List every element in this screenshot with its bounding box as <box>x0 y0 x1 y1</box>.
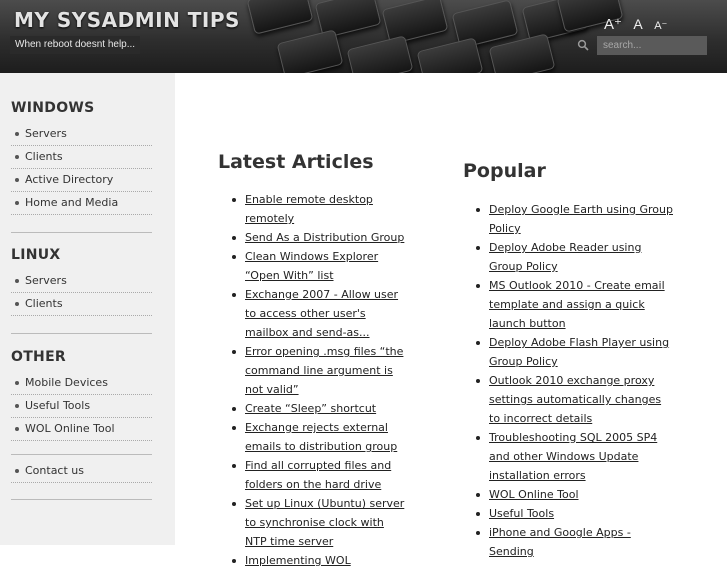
list-item: Create “Sleep” shortcut <box>229 399 407 418</box>
sidebar-item-windows-clients[interactable]: Clients <box>11 146 152 169</box>
list-item: Deploy Adobe Reader using Group Policy <box>473 238 673 276</box>
sidebar-divider <box>11 232 152 233</box>
sidebar-item-home-and-media[interactable]: Home and Media <box>11 192 152 215</box>
sidebar-section-linux: LINUX Servers Clients <box>11 247 152 316</box>
list-item: Clean Windows Explorer “Open With” list <box>229 247 407 285</box>
popular-link[interactable]: Deploy Google Earth using Group Policy <box>489 203 673 235</box>
article-link[interactable]: Find all corrupted files and folders on … <box>245 459 391 491</box>
site-tagline: When reboot doesnt help... <box>10 36 141 54</box>
latest-articles-title: Latest Articles <box>218 151 374 173</box>
site-header: MY SYSADMIN TIPS When reboot doesnt help… <box>0 0 727 73</box>
popular-link[interactable]: WOL Online Tool <box>489 488 579 501</box>
list-item: Troubleshooting SQL 2005 SP4 and other W… <box>473 428 673 485</box>
popular-link[interactable]: Deploy Adobe Flash Player using Group Po… <box>489 336 669 368</box>
sidebar-divider <box>11 499 152 500</box>
article-link[interactable]: Clean Windows Explorer “Open With” list <box>245 250 378 282</box>
article-link[interactable]: Create “Sleep” shortcut <box>245 402 376 415</box>
sidebar-item-useful-tools[interactable]: Useful Tools <box>11 395 152 418</box>
list-item: Useful Tools <box>473 504 673 523</box>
sidebar-heading-linux: LINUX <box>11 247 61 263</box>
list-item: iPhone and Google Apps - Sending <box>473 523 673 561</box>
popular-link[interactable]: iPhone and Google Apps - Sending <box>489 526 631 558</box>
keyboard-key <box>416 37 484 73</box>
sidebar-item-wol-online-tool[interactable]: WOL Online Tool <box>11 418 152 441</box>
sidebar-item-windows-servers[interactable]: Servers <box>11 123 152 146</box>
list-item: Find all corrupted files and folders on … <box>229 456 407 494</box>
list-item: Outlook 2010 exchange proxy settings aut… <box>473 371 673 428</box>
list-item: WOL Online Tool <box>473 485 673 504</box>
sidebar-heading-windows: WINDOWS <box>11 100 95 116</box>
list-item: Implementing WOL <box>229 551 407 570</box>
list-item: Enable remote desktop remotely <box>229 190 407 228</box>
list-item: Deploy Adobe Flash Player using Group Po… <box>473 333 673 371</box>
article-link[interactable]: Send As a Distribution Group <box>245 231 404 244</box>
article-link[interactable]: Enable remote desktop remotely <box>245 193 373 225</box>
article-link[interactable]: Exchange rejects external emails to dist… <box>245 421 397 453</box>
sidebar-item-mobile-devices[interactable]: Mobile Devices <box>11 372 152 395</box>
popular-link[interactable]: Outlook 2010 exchange proxy settings aut… <box>489 374 661 425</box>
popular-link[interactable]: MS Outlook 2010 - Create email template … <box>489 279 665 330</box>
list-item: Set up Linux (Ubuntu) server to synchron… <box>229 494 407 551</box>
popular-list: Deploy Google Earth using Group Policy D… <box>473 200 673 561</box>
sidebar-divider <box>11 333 152 334</box>
font-size-tools: A⁺ A A⁻ <box>604 15 674 34</box>
list-item: Exchange 2007 - Allow user to access oth… <box>229 285 407 342</box>
site-title[interactable]: MY SYSADMIN TIPS <box>14 8 240 32</box>
keyboard-key <box>346 35 414 73</box>
increase-font-button[interactable]: A⁺ <box>604 16 622 33</box>
sidebar-item-linux-servers[interactable]: Servers <box>11 270 152 293</box>
latest-articles-list: Enable remote desktop remotely Send As a… <box>229 190 407 570</box>
keyboard-key <box>246 0 314 35</box>
keyboard-key <box>488 33 556 73</box>
decrease-font-button[interactable]: A⁻ <box>654 20 667 32</box>
list-item: Send As a Distribution Group <box>229 228 407 247</box>
reset-font-button[interactable]: A <box>633 16 642 32</box>
article-link[interactable]: Error opening .msg files “the command li… <box>245 345 403 396</box>
sidebar-section-other: OTHER Mobile Devices Useful Tools WOL On… <box>11 349 152 441</box>
sidebar-item-active-directory[interactable]: Active Directory <box>11 169 152 192</box>
sidebar-heading-other: OTHER <box>11 349 67 365</box>
sidebar-section-windows: WINDOWS Servers Clients Active Directory… <box>11 100 152 215</box>
popular-link[interactable]: Deploy Adobe Reader using Group Policy <box>489 241 641 273</box>
sidebar-section-contact: Contact us <box>11 453 152 483</box>
list-item: Error opening .msg files “the command li… <box>229 342 407 399</box>
article-link[interactable]: Set up Linux (Ubuntu) server to synchron… <box>245 497 404 548</box>
popular-title: Popular <box>463 160 546 182</box>
list-item: Exchange rejects external emails to dist… <box>229 418 407 456</box>
sidebar-item-linux-clients[interactable]: Clients <box>11 293 152 316</box>
keyboard-key <box>276 29 344 73</box>
popular-link[interactable]: Useful Tools <box>489 507 554 520</box>
search-input[interactable] <box>597 36 707 55</box>
article-link[interactable]: Implementing WOL <box>245 554 351 567</box>
list-item: MS Outlook 2010 - Create email template … <box>473 276 673 333</box>
sidebar: WINDOWS Servers Clients Active Directory… <box>0 73 175 545</box>
popular-link[interactable]: Troubleshooting SQL 2005 SP4 and other W… <box>489 431 657 482</box>
list-item: Deploy Google Earth using Group Policy <box>473 200 673 238</box>
article-link[interactable]: Exchange 2007 - Allow user to access oth… <box>245 288 398 339</box>
magnifier-icon[interactable] <box>577 39 589 51</box>
sidebar-item-contact-us[interactable]: Contact us <box>11 460 152 483</box>
